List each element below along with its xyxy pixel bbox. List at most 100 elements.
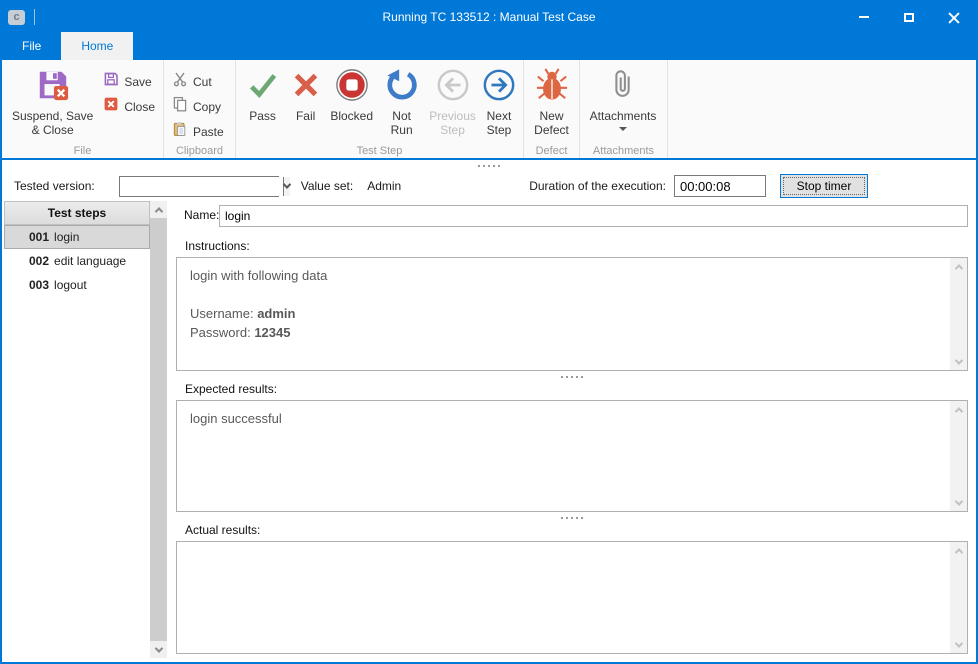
- not-run-label: Not Run: [380, 110, 423, 138]
- app-window: c Running TC 133512 : Manual Test Case F…: [0, 0, 978, 664]
- scroll-up-button[interactable]: [950, 258, 967, 275]
- tab-home[interactable]: Home: [61, 32, 133, 60]
- chevron-down-icon: [282, 180, 290, 188]
- ribbon-group-attachments: Attachments Attachments: [580, 60, 668, 158]
- instructions-label: Instructions:: [176, 239, 968, 255]
- new-defect-button[interactable]: New Defect: [528, 64, 575, 138]
- instructions-splitter-handle[interactable]: [176, 371, 968, 382]
- attachments-dropdown-caret-icon[interactable]: [619, 127, 627, 131]
- test-steps-panel: Test steps 001 login 002 edit language 0…: [4, 201, 150, 297]
- tab-file[interactable]: File: [2, 32, 61, 60]
- scroll-down-button[interactable]: [950, 353, 967, 370]
- copy-button[interactable]: Copy: [168, 94, 228, 119]
- step-item-001[interactable]: 001 login: [4, 225, 150, 249]
- paste-label: Paste: [193, 125, 224, 139]
- ribbon-group-clipboard: Cut Copy: [164, 60, 236, 158]
- actual-results-scrollbar[interactable]: [950, 542, 967, 653]
- expected-results-text: login successful: [190, 410, 954, 429]
- step-item-002[interactable]: 002 edit language: [4, 249, 150, 273]
- step-number: 001: [29, 230, 49, 244]
- not-run-refresh-icon: [385, 68, 419, 107]
- close-ribbon-button[interactable]: Close: [99, 94, 159, 119]
- ribbon-group-test-step: Pass Fail Blocked: [236, 60, 524, 158]
- previous-step-button[interactable]: Previous Step: [426, 64, 479, 138]
- defect-group-label: Defect: [524, 145, 579, 157]
- scroll-down-button[interactable]: [950, 636, 967, 653]
- actual-results-editor[interactable]: [176, 541, 968, 654]
- clipboard-group-label: Clipboard: [164, 145, 235, 157]
- ribbon-tab-row: File Home: [2, 32, 976, 60]
- pass-button[interactable]: Pass: [240, 64, 285, 124]
- expected-results-scrollbar[interactable]: [950, 401, 967, 511]
- file-group-label: File: [2, 145, 163, 157]
- ribbon-splitter-handle[interactable]: [2, 160, 976, 171]
- value-set-label: Value set:: [301, 179, 353, 193]
- attachments-group-label: Attachments: [580, 145, 667, 157]
- attachments-button[interactable]: Attachments: [584, 64, 662, 131]
- next-step-button[interactable]: Next Step: [479, 64, 519, 138]
- step-label: edit language: [54, 254, 126, 268]
- content-area: Test steps 001 login 002 edit language 0…: [2, 201, 976, 660]
- paperclip-icon: [606, 68, 640, 107]
- chevron-down-icon: [154, 644, 162, 652]
- expected-splitter-handle[interactable]: [176, 512, 968, 523]
- suspend-save-close-button[interactable]: Suspend, Save & Close: [6, 64, 99, 138]
- instructions-line: login with following data: [190, 267, 954, 286]
- tested-version-combobox[interactable]: [119, 176, 279, 197]
- clipboard-buttons: Cut Copy: [168, 64, 228, 144]
- step-label: login: [54, 230, 79, 244]
- step-number: 002: [29, 254, 49, 268]
- scroll-down-button[interactable]: [950, 494, 967, 511]
- scroll-up-button[interactable]: [950, 542, 967, 559]
- chevron-up-icon: [954, 264, 962, 272]
- cut-label: Cut: [193, 75, 212, 89]
- test-steps-header: Test steps: [4, 201, 150, 225]
- test-steps-scrollbar[interactable]: [150, 201, 167, 658]
- scroll-up-button[interactable]: [150, 201, 167, 218]
- close-ribbon-icon: [103, 96, 119, 117]
- chevron-down-icon: [954, 497, 962, 505]
- scroll-up-button[interactable]: [950, 401, 967, 418]
- cut-button[interactable]: Cut: [168, 69, 228, 94]
- copy-label: Copy: [193, 100, 221, 114]
- instructions-username-line: Username: admin: [190, 305, 954, 324]
- close-icon: [948, 12, 959, 23]
- chevron-down-icon: [954, 356, 962, 364]
- fail-x-icon: [289, 68, 323, 107]
- blocked-button[interactable]: Blocked: [326, 64, 377, 124]
- instructions-scrollbar[interactable]: [950, 258, 967, 370]
- scrollbar-thumb[interactable]: [150, 218, 167, 641]
- actual-results-label: Actual results:: [176, 523, 968, 539]
- instructions-editor[interactable]: login with following data Username: admi…: [176, 257, 968, 371]
- blocked-stop-icon: [335, 68, 369, 107]
- chevron-up-icon: [954, 548, 962, 556]
- tested-version-dropdown-button[interactable]: [283, 177, 290, 196]
- copy-icon: [172, 96, 188, 117]
- name-input[interactable]: [219, 205, 968, 227]
- window-title: Running TC 133512 : Manual Test Case: [2, 10, 976, 24]
- scroll-down-button[interactable]: [150, 641, 167, 658]
- next-step-label: Next Step: [482, 110, 516, 138]
- pass-check-icon: [246, 68, 280, 107]
- ribbon-group-file: Suspend, Save & Close Save: [2, 60, 164, 158]
- save-button[interactable]: Save: [99, 69, 159, 94]
- previous-step-label: Previous Step: [429, 110, 476, 138]
- save-icon: [103, 71, 119, 92]
- previous-step-icon: [436, 68, 470, 107]
- next-step-icon: [482, 68, 516, 107]
- step-item-003[interactable]: 003 logout: [4, 273, 150, 297]
- attachments-label: Attachments: [590, 110, 657, 124]
- tested-version-input[interactable]: [120, 177, 283, 196]
- expected-results-editor[interactable]: login successful: [176, 400, 968, 512]
- fail-button[interactable]: Fail: [285, 64, 326, 124]
- name-label: Name:: [176, 208, 219, 224]
- file-small-buttons: Save Close: [99, 64, 159, 119]
- duration-input[interactable]: [674, 175, 766, 197]
- stop-timer-button[interactable]: Stop timer: [780, 174, 868, 198]
- name-row: Name:: [176, 205, 968, 227]
- title-bar: c Running TC 133512 : Manual Test Case: [2, 2, 976, 32]
- blocked-label: Blocked: [330, 110, 373, 124]
- suspend-save-close-label: Suspend, Save & Close: [9, 110, 96, 138]
- paste-button[interactable]: Paste: [168, 119, 228, 144]
- not-run-button[interactable]: Not Run: [377, 64, 426, 138]
